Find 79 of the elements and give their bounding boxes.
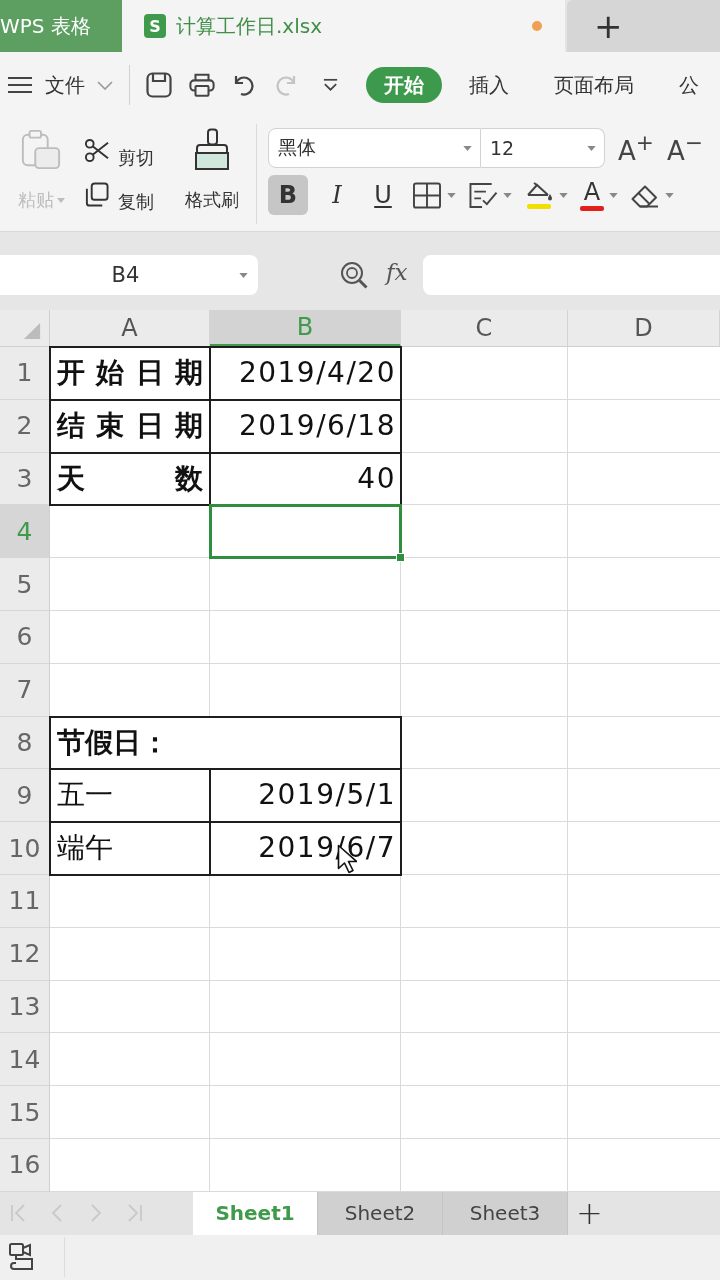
column-header[interactable]: D xyxy=(568,310,720,347)
table-cell: 2019/4/20 xyxy=(210,347,401,400)
formula-input-field[interactable] xyxy=(423,255,720,295)
table-cell: 节假日： xyxy=(50,716,401,770)
caret-icon xyxy=(503,192,512,198)
caret-icon xyxy=(665,192,674,198)
format-painter-button[interactable]: 格式刷 xyxy=(172,128,252,216)
fill-handle[interactable] xyxy=(396,553,405,563)
font-size-button[interactable]: A$^{−}$ xyxy=(667,130,703,166)
clipboard-icon xyxy=(20,128,62,172)
row-header[interactable]: 9 xyxy=(0,769,50,823)
table-cell: 结束日期 xyxy=(50,399,210,453)
caret-icon xyxy=(559,192,568,198)
caret-icon xyxy=(447,192,456,198)
row-header[interactable]: 6 xyxy=(0,611,50,664)
row-header[interactable]: 7 xyxy=(0,663,50,717)
caret-icon xyxy=(56,197,65,203)
table-cell: 端午 xyxy=(50,822,210,875)
row-header[interactable]: 2 xyxy=(0,399,50,453)
menu-tab[interactable]: 页面布局 xyxy=(536,67,652,103)
menu-tab[interactable]: 公 xyxy=(661,67,717,103)
checklist-icon xyxy=(468,181,498,209)
add-sheet-button[interactable]: + xyxy=(568,1191,613,1235)
font-color-button[interactable]: A xyxy=(580,175,618,215)
file-badge: S xyxy=(144,14,166,38)
menu-tab[interactable]: 插入 xyxy=(451,67,527,103)
scissors-icon xyxy=(84,137,109,163)
column-header[interactable]: A xyxy=(50,310,210,347)
paint-bucket-icon xyxy=(524,181,554,202)
caret-icon xyxy=(463,145,472,151)
sheet-tab[interactable]: Sheet2 xyxy=(318,1191,443,1235)
document-tab[interactable]: S 计算工作日.xlsx xyxy=(122,0,565,52)
sheet-tab[interactable]: Sheet1 xyxy=(193,1191,318,1235)
menu-icon xyxy=(8,76,32,94)
column-header[interactable]: C xyxy=(401,310,568,347)
row-header[interactable]: 3 xyxy=(0,452,50,506)
menu-tab[interactable]: 开始 xyxy=(366,67,442,103)
file-menu-button[interactable]: 文件 xyxy=(8,65,113,105)
table-cell: 五一 xyxy=(50,769,210,823)
copy-button[interactable]: 复制 xyxy=(78,172,172,216)
italic-button[interactable]: I xyxy=(320,175,354,215)
row-header[interactable]: 16 xyxy=(0,1138,50,1192)
row-header[interactable]: 13 xyxy=(0,980,50,1034)
search-icon[interactable] xyxy=(340,261,368,289)
table-cell: 开始日期 xyxy=(50,347,210,400)
cut-button[interactable]: 剪切 xyxy=(78,128,172,172)
caret-icon xyxy=(609,192,618,198)
caret-icon xyxy=(587,145,596,151)
row-header[interactable]: 1 xyxy=(0,347,50,400)
printer-icon[interactable] xyxy=(189,72,215,98)
name-box[interactable]: B4 xyxy=(0,255,258,295)
grid-icon xyxy=(412,181,442,209)
underline-button[interactable]: U xyxy=(366,175,400,215)
table-cell: 天 数 xyxy=(50,452,210,506)
font-size-button[interactable]: A$^{+}$ xyxy=(618,130,654,166)
row-header[interactable]: 5 xyxy=(0,558,50,611)
caret-icon xyxy=(239,272,248,278)
save-icon[interactable] xyxy=(146,72,172,98)
row-header[interactable]: 12 xyxy=(0,927,50,981)
table-cell: 2019/6/7 xyxy=(210,822,401,875)
row-header[interactable]: 8 xyxy=(0,716,50,770)
customize-dropdown-icon[interactable] xyxy=(322,78,339,92)
row-header[interactable]: 15 xyxy=(0,1086,50,1139)
function-button[interactable]: fx xyxy=(386,259,408,285)
sheet-tab[interactable]: Sheet3 xyxy=(443,1191,568,1235)
row-header[interactable]: 11 xyxy=(0,874,50,928)
new-tab-button[interactable]: + xyxy=(567,0,720,52)
undo-icon[interactable] xyxy=(232,73,256,97)
chevron-down-icon xyxy=(97,80,113,90)
bold-button[interactable]: B xyxy=(268,175,308,215)
table-cell: 2019/6/18 xyxy=(210,399,401,453)
app-tab[interactable]: WPS 表格 xyxy=(0,0,122,52)
row-header[interactable]: 14 xyxy=(0,1033,50,1087)
font-name-dropdown[interactable]: 黑体 xyxy=(268,128,481,168)
row-header[interactable]: 10 xyxy=(0,822,50,875)
font-size-dropdown[interactable]: 12 xyxy=(481,128,605,168)
copy-icon xyxy=(84,181,109,207)
table-cell: 2019/5/1 xyxy=(210,769,401,823)
table-cell: 40 xyxy=(210,452,401,506)
